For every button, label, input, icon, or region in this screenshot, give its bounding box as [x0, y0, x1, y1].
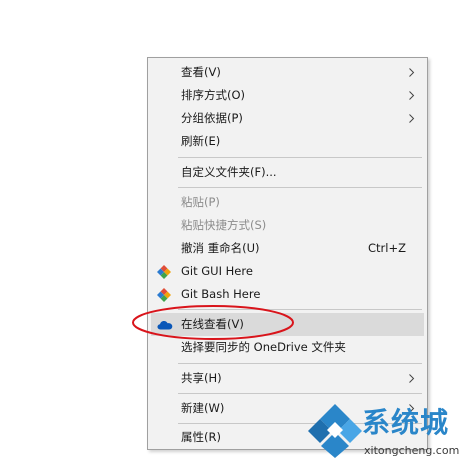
watermark-chinese-text: 系统城	[362, 406, 450, 439]
menu-item-git-bash-here[interactable]: Git Bash Here	[151, 283, 424, 306]
menu-separator	[178, 393, 422, 394]
menu-item-customize-folder[interactable]: 自定义文件夹(F)...	[151, 161, 424, 184]
watermark-domain-text: xitongcheng.com	[364, 444, 460, 457]
git-diamond-icon	[157, 288, 171, 302]
onedrive-cloud-icon	[157, 321, 173, 330]
menu-item-undo-rename[interactable]: 撤消 重命名(U) Ctrl+Z	[151, 237, 424, 260]
menu-item-refresh[interactable]: 刷新(E)	[151, 130, 424, 153]
context-menu: 查看(V) 排序方式(O) 分组依据(P) 刷新(E) 自定义文件夹(F)...…	[147, 57, 428, 450]
menu-item-group-by[interactable]: 分组依据(P)	[151, 107, 424, 130]
menu-item-label: 撤消 重命名(U)	[181, 241, 260, 255]
menu-item-view-online[interactable]: 在线查看(V)	[151, 313, 424, 336]
menu-separator	[178, 157, 422, 158]
menu-separator	[178, 187, 422, 188]
git-diamond-icon	[157, 265, 171, 279]
menu-item-share[interactable]: 共享(H)	[151, 367, 424, 390]
menu-item-label: Git GUI Here	[181, 264, 253, 278]
menu-item-git-gui-here[interactable]: Git GUI Here	[151, 260, 424, 283]
menu-item-label: 自定义文件夹(F)...	[181, 165, 277, 179]
menu-item-paste-shortcut[interactable]: 粘贴快捷方式(S)	[151, 214, 424, 237]
menu-item-label: 选择要同步的 OneDrive 文件夹	[181, 340, 346, 354]
chevron-right-icon	[409, 68, 415, 77]
menu-item-label: 共享(H)	[181, 371, 222, 385]
xitongcheng-logo-icon	[308, 404, 362, 458]
menu-item-label: 粘贴(P)	[181, 195, 220, 209]
menu-item-label: 查看(V)	[181, 65, 221, 79]
menu-item-label: 新建(W)	[181, 401, 225, 415]
menu-item-label: 粘贴快捷方式(S)	[181, 218, 267, 232]
menu-item-shortcut: Ctrl+Z	[368, 241, 406, 255]
menu-item-label: 在线查看(V)	[181, 317, 244, 331]
menu-item-label: 分组依据(P)	[181, 111, 243, 125]
chevron-right-icon	[409, 91, 415, 100]
menu-item-label: Git Bash Here	[181, 287, 261, 301]
menu-separator	[178, 363, 422, 364]
menu-item-label: 刷新(E)	[181, 134, 221, 148]
menu-separator	[178, 309, 422, 310]
desktop-background: 查看(V) 排序方式(O) 分组依据(P) 刷新(E) 自定义文件夹(F)...…	[0, 0, 462, 471]
menu-item-paste[interactable]: 粘贴(P)	[151, 191, 424, 214]
chevron-right-icon	[409, 374, 415, 383]
menu-item-choose-onedrive-folders[interactable]: 选择要同步的 OneDrive 文件夹	[151, 336, 424, 359]
menu-item-sort-by[interactable]: 排序方式(O)	[151, 84, 424, 107]
menu-item-view[interactable]: 查看(V)	[151, 61, 424, 84]
watermark: 系统城 xitongcheng.com	[306, 402, 460, 468]
chevron-right-icon	[409, 114, 415, 123]
menu-item-label: 属性(R)	[181, 430, 221, 444]
menu-item-label: 排序方式(O)	[181, 88, 246, 102]
